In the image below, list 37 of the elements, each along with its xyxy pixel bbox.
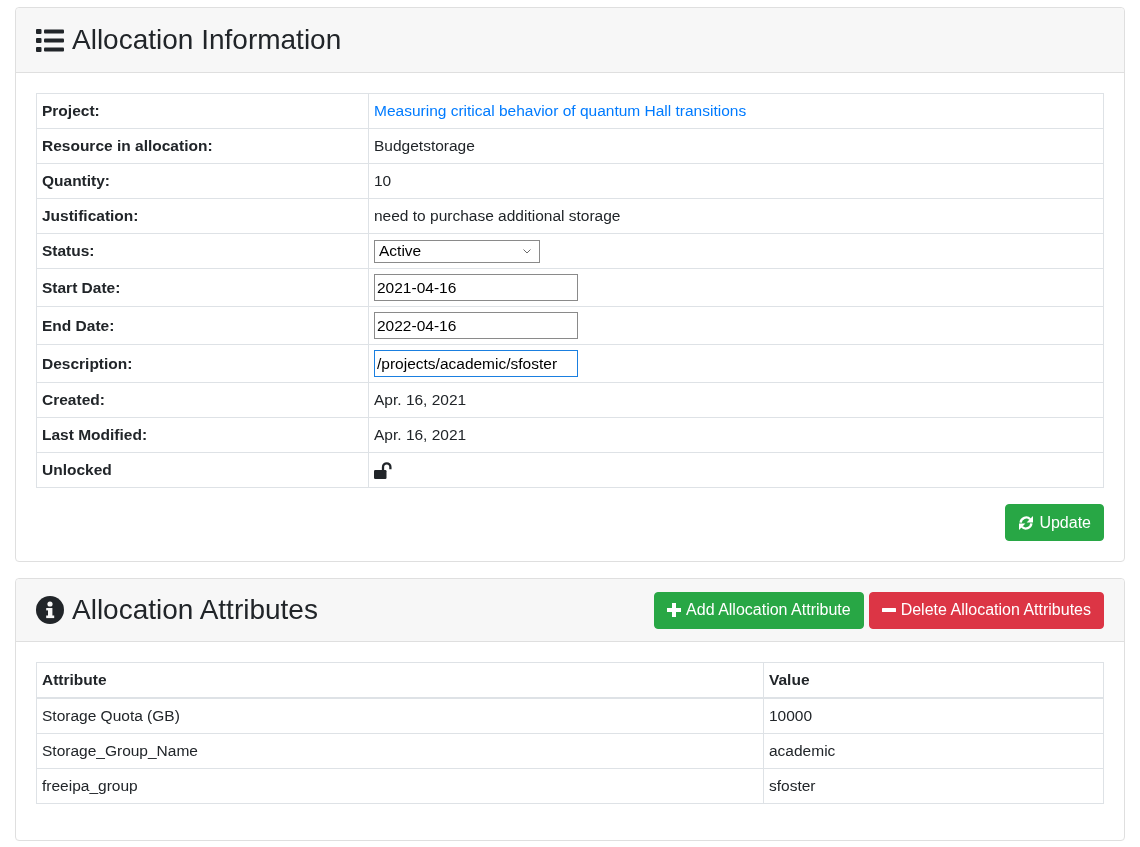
- column-header: Value: [763, 662, 1104, 698]
- plus-icon: [667, 603, 682, 617]
- table-cell: Storage Quota (GB): [36, 698, 764, 734]
- field-label: Start Date:: [36, 268, 369, 307]
- field-label: End Date:: [36, 306, 369, 345]
- input-field[interactable]: 2021-04-16: [374, 274, 578, 301]
- table-cell: freeipa_group: [36, 768, 764, 804]
- field-label: Resource in allocation:: [36, 128, 369, 164]
- input-field[interactable]: 2022-04-16: [374, 312, 578, 339]
- list-icon: [36, 28, 64, 52]
- table-cell: sfoster: [763, 768, 1104, 804]
- field-label: Unlocked: [36, 452, 369, 488]
- column-header: Attribute: [36, 662, 764, 698]
- field-label: Quantity:: [36, 163, 369, 199]
- status-select[interactable]: Active: [374, 239, 540, 263]
- sync-icon: [1018, 514, 1035, 531]
- table-cell: 10000: [763, 698, 1104, 734]
- field-label: Description:: [36, 344, 369, 383]
- field-value: 10: [368, 163, 1104, 199]
- card-title: Allocation Information: [72, 23, 342, 57]
- field-label: Last Modified:: [36, 417, 369, 453]
- field-value: Apr. 16, 2021: [368, 417, 1104, 453]
- table-cell: academic: [763, 733, 1104, 769]
- delete-attributes-button[interactable]: Delete Allocation Attributes: [868, 591, 1104, 629]
- table-cell: Storage_Group_Name: [36, 733, 764, 769]
- field-label: Project:: [36, 93, 369, 129]
- field-label: Created:: [36, 382, 369, 418]
- field-value: need to purchase additional storage: [368, 198, 1104, 234]
- info-icon: [36, 596, 64, 624]
- input-field[interactable]: /projects/academic/sfoster: [374, 350, 578, 377]
- field-label: Status:: [36, 233, 369, 269]
- field-value: Apr. 16, 2021: [368, 382, 1104, 418]
- field-value: Budgetstorage: [368, 128, 1104, 164]
- chevron-down-icon: [523, 248, 531, 254]
- minus-icon: [881, 608, 896, 612]
- field-label: Justification:: [36, 198, 369, 234]
- card-title: Allocation Attributes: [72, 593, 318, 627]
